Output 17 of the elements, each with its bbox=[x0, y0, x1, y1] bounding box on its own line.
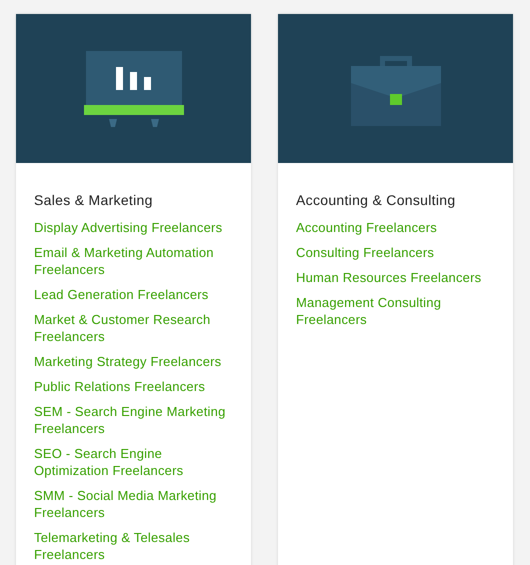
category-link[interactable]: Marketing Strategy Freelancers bbox=[34, 353, 222, 370]
category-link[interactable]: SEM - Search Engine Marketing Freelancers bbox=[34, 403, 233, 437]
category-title: Sales & Marketing bbox=[34, 192, 153, 208]
category-link[interactable]: SMM - Social Media Marketing Freelancers bbox=[34, 487, 233, 521]
category-link[interactable]: Consulting Freelancers bbox=[296, 244, 434, 261]
category-link[interactable]: Telemarketing & Telesales Freelancers bbox=[34, 529, 233, 563]
category-link[interactable]: Public Relations Freelancers bbox=[34, 378, 206, 395]
category-link[interactable]: Display Advertising Freelancers bbox=[34, 219, 222, 236]
category-link[interactable]: Email & Marketing Automation Freelancers bbox=[34, 244, 233, 278]
category-link[interactable]: Market & Customer Research Freelancers bbox=[34, 311, 233, 345]
category-link[interactable]: SEO - Search Engine Optimization Freelancers bbox=[34, 445, 233, 479]
category-link[interactable]: Lead Generation Freelancers bbox=[34, 286, 209, 303]
category-title: Accounting & Consulting bbox=[296, 192, 456, 208]
category-link[interactable]: Accounting Freelancers bbox=[296, 219, 437, 236]
category-link[interactable]: Human Resources Freelancers bbox=[296, 269, 482, 286]
easel-chart-icon bbox=[84, 50, 184, 126]
category-link[interactable]: Management Consulting Freelancers bbox=[296, 294, 495, 328]
